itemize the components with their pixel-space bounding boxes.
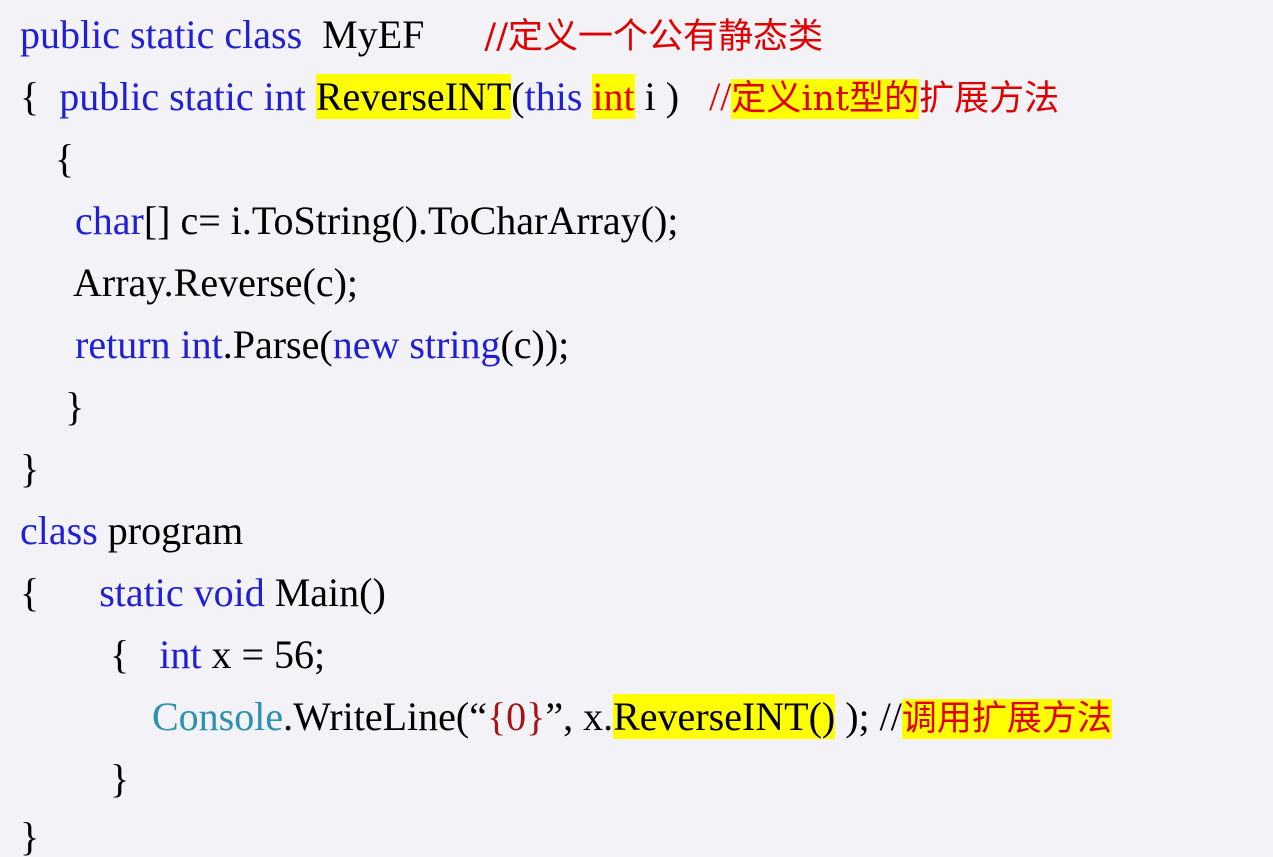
code-slide: public static class MyEF //定义一个公有静态类 { p… xyxy=(0,0,1273,857)
code-line-close-brace-program: } xyxy=(20,812,39,857)
code-line-array-reverse: Array.Reverse(c); xyxy=(73,258,358,308)
open-brace: { xyxy=(20,74,60,119)
code-line-int-decl: { int x = 56; xyxy=(110,630,325,680)
statement-text: [] c= i.ToString().ToCharArray(); xyxy=(143,198,679,243)
param-type-highlight: int xyxy=(592,74,635,119)
keyword-int: int xyxy=(159,632,202,677)
keyword-static-void: static void xyxy=(99,570,265,615)
brace: { xyxy=(55,136,75,181)
keyword-public-static-int: public static int xyxy=(59,74,316,119)
code-line-class-program: class program xyxy=(20,506,243,556)
writeline-call: .WriteLine(“ xyxy=(283,694,487,739)
class-name: MyEF xyxy=(302,12,485,57)
brace: } xyxy=(20,446,40,491)
keyword-char: char xyxy=(75,198,144,243)
code-line-class-decl: public static class MyEF //定义一个公有静态类 xyxy=(20,10,823,62)
comment-highlight: 定义int型的 xyxy=(731,79,920,119)
comment-call-extension: 调用扩展方法 xyxy=(901,699,1112,739)
code-line-return: return int.Parse(new string(c)); xyxy=(75,320,569,370)
writeline-args: ”, x. xyxy=(545,694,614,739)
comment-static-class: //定义一个公有静态类 xyxy=(484,17,823,57)
writeline-end: ); // xyxy=(835,694,902,739)
code-line-close-brace: } xyxy=(65,382,84,432)
method-main: Main() xyxy=(264,570,386,615)
brace: } xyxy=(110,756,130,801)
method-name-highlight: ReverseINT xyxy=(315,74,512,119)
keyword-new-string: new string xyxy=(332,322,501,367)
keyword-this: this xyxy=(524,74,593,119)
statement-text: x = 56; xyxy=(201,632,326,677)
comment-extension-method: 扩展方法 xyxy=(919,79,1060,119)
class-console: Console xyxy=(152,694,284,739)
format-string: {0} xyxy=(486,694,546,739)
code-line-close-brace-outer: } xyxy=(20,444,39,494)
brace: } xyxy=(65,384,85,429)
code-line-open-brace: { xyxy=(55,134,74,184)
param-rest: i ) xyxy=(634,74,710,119)
open-brace: { xyxy=(110,632,160,677)
parse-args: (c)); xyxy=(500,322,570,367)
parse-call: .Parse( xyxy=(222,322,333,367)
code-line-method-decl: { public static int ReverseINT(this int … xyxy=(20,72,1059,124)
comment-slashes: // xyxy=(709,74,732,119)
open-brace: { xyxy=(20,570,100,615)
keyword-class: class xyxy=(20,508,98,553)
code-line-char-array: char[] c= i.ToString().ToCharArray(); xyxy=(75,196,678,246)
extension-call-highlight: ReverseINT() xyxy=(613,694,836,739)
code-line-main-decl: { static void Main() xyxy=(20,568,386,618)
class-name-program: program xyxy=(97,508,244,553)
keyword-return-int: return int xyxy=(75,322,223,367)
keyword-public-static-class: public static class xyxy=(20,12,303,57)
open-paren: ( xyxy=(511,74,525,119)
statement-text: Array.Reverse(c); xyxy=(73,260,359,305)
code-line-writeline: Console.WriteLine(“{0}”, x.ReverseINT() … xyxy=(152,692,1112,744)
code-line-close-brace-main: } xyxy=(110,754,129,804)
brace: } xyxy=(20,814,40,857)
